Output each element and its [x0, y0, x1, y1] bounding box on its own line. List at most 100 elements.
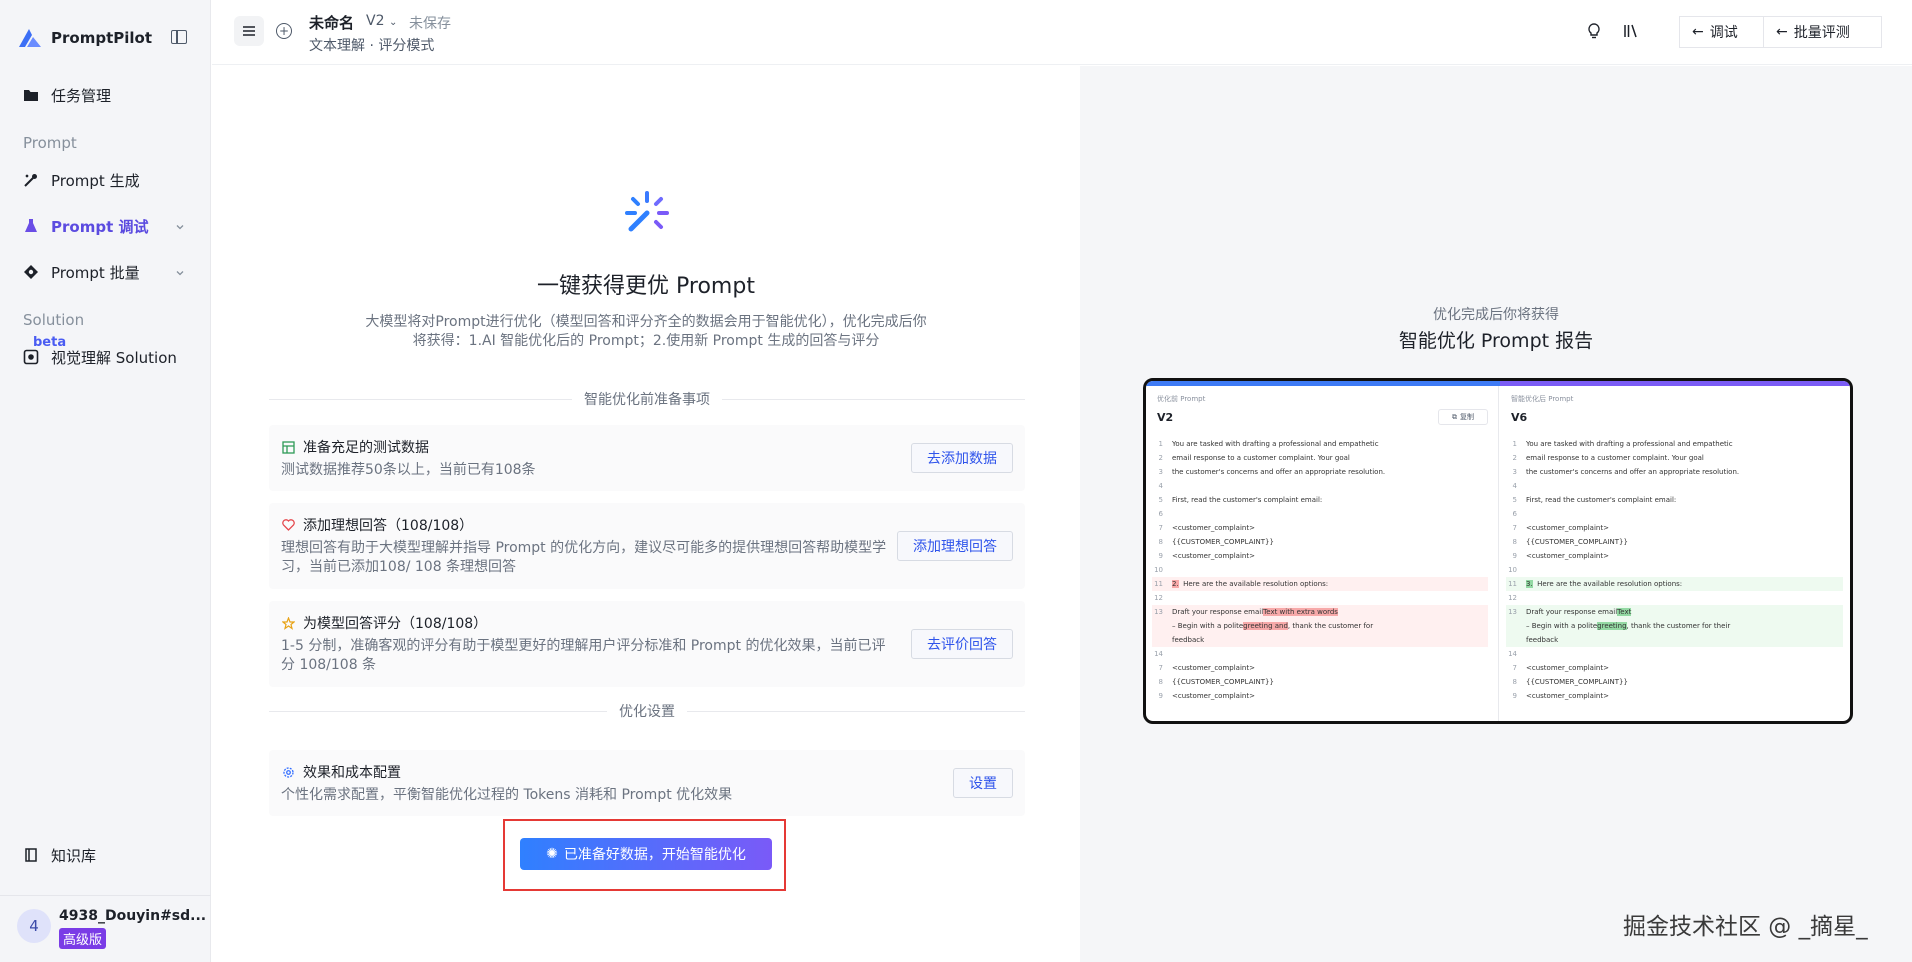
code-text: First, read the customer's complaint ema…	[1526, 496, 1677, 504]
code-text: First, read the customer's complaint ema…	[1172, 496, 1323, 504]
library-icon[interactable]	[1622, 22, 1640, 40]
prompt-diff-preview: 优化前 Prompt V2 ⧉ 复制 1 You are tasked with d…	[1143, 378, 1853, 724]
code-line: 5 First, read the customer's complaint em…	[1158, 496, 1323, 504]
code-line-added: feedback	[1506, 633, 1843, 647]
code-line: 14	[1154, 650, 1163, 658]
folder-icon	[22, 86, 40, 104]
chevron-down-icon[interactable]	[175, 268, 185, 278]
code-line: 7 <customer_complaint>	[1158, 524, 1255, 532]
code-text: Draft your response email	[1526, 608, 1618, 616]
code-text: Text	[1617, 608, 1632, 616]
card-description: 理想回答有助于大模型理解并指导 Prompt 的优化方向，建议尽可能多的提供理想…	[281, 540, 887, 575]
scan-icon	[22, 348, 40, 366]
card-description: 1-5 分制，准确客观的评分有助于模型更好的理解用户评分标准和 Prompt 的…	[281, 638, 886, 673]
doc-title[interactable]: 未命名	[309, 12, 354, 33]
code-text: Draft your response email	[1172, 608, 1264, 616]
arrow-left-icon: ←	[1692, 24, 1704, 40]
copy-button-label: 复制	[1460, 413, 1474, 421]
code-line: 1 You are tasked with drafting a professi…	[1512, 440, 1733, 448]
sidebar-item-label: Prompt 生成	[51, 171, 140, 190]
code-text: You are tasked with drafting a professio…	[1172, 440, 1379, 448]
sidebar: PromptPilot 任务管理 Prompt Prompt 生成 Prompt…	[0, 0, 211, 962]
code-line: 2 email response to a customer complaint.…	[1158, 454, 1350, 462]
code-text: 3.	[1526, 580, 1533, 588]
report-subtitle: 优化完成后你将获得	[1433, 307, 1559, 323]
code-line: 8 {{CUSTOMER_COMPLAINT}}	[1512, 678, 1628, 686]
sidebar-item-task-management[interactable]: 任务管理	[22, 83, 111, 107]
book-icon	[22, 846, 40, 864]
sparkle-wand-icon	[625, 191, 669, 232]
sparkle-icon: ✺	[546, 846, 558, 862]
code-line: 4	[1158, 482, 1163, 490]
settings-divider: 优化设置	[269, 701, 1025, 721]
code-line: 4	[1512, 482, 1517, 490]
code-text: email response to a customer complaint. …	[1172, 454, 1350, 462]
heart-icon	[281, 518, 295, 532]
avatar: 4	[17, 909, 51, 943]
code-text: Here are the available resolution option…	[1183, 580, 1329, 588]
diff-version: V2	[1157, 411, 1174, 424]
report-preview-panel: 优化完成后你将获得 智能优化 Prompt 报告 优化前 Prompt V2 ⧉…	[1080, 66, 1912, 962]
sidebar-section-prompt: Prompt	[23, 134, 77, 152]
sidebar-item-label: 任务管理	[51, 86, 112, 105]
sidebar-item-knowledge-base[interactable]: 知识库	[22, 843, 96, 867]
add-circle-icon[interactable]: +	[276, 23, 292, 39]
batch-eval-button[interactable]: ← 批量评测	[1763, 16, 1882, 48]
diff-version: V6	[1511, 411, 1528, 424]
code-text: the customer's concerns and offer an app…	[1172, 468, 1386, 476]
code-line-removed: – Begin with a polite greeting and, thank…	[1152, 619, 1488, 633]
star-icon	[281, 616, 295, 630]
card-title: 准备充足的测试数据	[281, 437, 429, 457]
code-text: feedback	[1526, 636, 1559, 644]
code-text: Here are the available resolution option…	[1537, 580, 1683, 588]
prep-divider: 智能优化前准备事项	[269, 389, 1025, 409]
card-title-text: 准备充足的测试数据	[303, 440, 429, 456]
sidebar-item-vision-solution[interactable]: 视觉理解 Solution	[22, 345, 177, 369]
plan-badge: 高级版	[59, 928, 107, 949]
prep-card-test-data: 准备充足的测试数据 测试数据推荐50条以上，当前已有108条 去添加数据	[269, 425, 1025, 491]
settings-card: 效果和成本配置 个性化需求配置，平衡智能优化过程的 Tokens 消耗和 Pro…	[269, 750, 1025, 816]
diff-column-before: 优化前 Prompt V2 ⧉ 复制 1 You are tasked with d…	[1146, 386, 1499, 721]
add-ideal-answer-button[interactable]: 添加理想回答	[897, 531, 1013, 561]
copy-button[interactable]: ⧉ 复制	[1438, 409, 1488, 425]
settings-button[interactable]: 设置	[953, 768, 1013, 798]
sidebar-item-prompt-generate[interactable]: Prompt 生成	[22, 168, 140, 192]
code-text: – Begin with a polite	[1172, 622, 1244, 630]
code-line: 12	[1508, 594, 1517, 602]
prep-card-ideal-answers: 添加理想回答（108/108） 理想回答有助于大模型理解并指导 Prompt 的…	[269, 503, 1025, 589]
user-name: 4938_Douyin#sd...	[59, 908, 207, 924]
card-title: 为模型回答评分（108/108）	[281, 613, 487, 633]
chevron-down-icon[interactable]	[175, 222, 185, 232]
arrow-left-icon: ←	[1776, 24, 1788, 40]
code-line: 7 <customer_complaint>	[1512, 664, 1609, 672]
hero-description-line: 将获得：1.AI 智能优化后的 Prompt；2.使用新 Prompt 生成的回…	[412, 333, 880, 349]
start-optimize-label: 已准备好数据，开始智能优化	[563, 847, 746, 863]
rate-answers-button[interactable]: 去评价回答	[911, 629, 1013, 659]
menu-button[interactable]	[234, 16, 264, 46]
add-data-button[interactable]: 去添加数据	[911, 443, 1013, 473]
code-line-removed: feedback	[1152, 633, 1488, 647]
lightbulb-icon[interactable]	[1585, 22, 1603, 40]
code-text: <customer_complaint>	[1172, 664, 1255, 672]
hero-description-line: 大模型将对Prompt进行优化（模型回答和评分齐全的数据会用于智能优化），优化完…	[365, 314, 927, 330]
sidebar-item-prompt-batch[interactable]: Prompt 批量	[22, 260, 140, 284]
code-text: You are tasked with drafting a professio…	[1526, 440, 1733, 448]
code-line-added: 11 3. Here are the available resolution o…	[1506, 577, 1843, 591]
card-title-text: 为模型回答评分（108/108）	[303, 616, 488, 632]
top-header: + 未命名 V2 ⌄ 未保存 文本理解 · 评分模式 ← 调试 ← 批量评测	[212, 0, 1912, 65]
batch-eval-button-label: 批量评测	[1793, 25, 1850, 41]
code-text: {{CUSTOMER_COMPLAINT}}	[1526, 678, 1628, 686]
sidebar-item-prompt-debug[interactable]: Prompt 调试	[22, 214, 148, 238]
sidebar-item-label: 知识库	[51, 846, 97, 865]
debug-button[interactable]: ← 调试	[1679, 16, 1764, 48]
version-dropdown[interactable]: V2 ⌄	[366, 13, 397, 29]
user-profile[interactable]: 4 4938_Douyin#sd... 高级版	[0, 895, 211, 962]
sidebar-item-label: Prompt 调试	[51, 217, 149, 236]
code-text: greeting	[1597, 622, 1627, 630]
diff-column-label: 智能优化后 Prompt	[1511, 395, 1574, 403]
chevron-down-icon: ⌄	[388, 17, 398, 28]
brand[interactable]: PromptPilot	[17, 26, 152, 50]
sidebar-item-label: Prompt 批量	[51, 263, 140, 282]
sidebar-collapse-icon[interactable]	[171, 30, 187, 44]
start-optimize-button[interactable]: ✺ 已准备好数据，开始智能优化	[520, 838, 772, 870]
